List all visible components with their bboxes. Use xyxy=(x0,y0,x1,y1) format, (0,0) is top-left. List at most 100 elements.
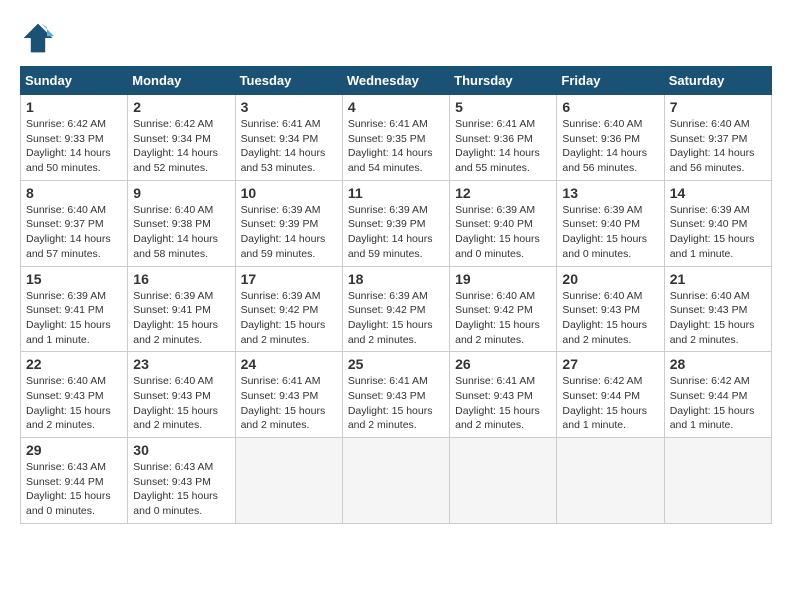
day-number: 17 xyxy=(241,271,337,287)
day-info: Sunrise: 6:39 AM Sunset: 9:41 PM Dayligh… xyxy=(133,289,229,348)
calendar-cell: 4 Sunrise: 6:41 AM Sunset: 9:35 PM Daylig… xyxy=(342,95,449,181)
day-number: 4 xyxy=(348,99,444,115)
day-number: 30 xyxy=(133,442,229,458)
day-info: Sunrise: 6:39 AM Sunset: 9:39 PM Dayligh… xyxy=(348,203,444,262)
calendar-cell: 19Sunrise: 6:40 AM Sunset: 9:42 PM Dayli… xyxy=(450,266,557,352)
day-header-thursday: Thursday xyxy=(450,67,557,95)
calendar-cell: 20 Sunrise: 6:40 AM Sunset: 9:43 PM Dayli… xyxy=(557,266,664,352)
calendar-week-row: 1 Sunrise: 6:42 AM Sunset: 9:33 PM Daylig… xyxy=(21,95,772,181)
calendar-cell: 27Sunrise: 6:42 AM Sunset: 9:44 PM Dayli… xyxy=(557,352,664,438)
day-info: Sunrise: 6:42 AM Sunset: 9:44 PM Dayligh… xyxy=(670,374,766,433)
day-info: Sunrise: 6:39 AM Sunset: 9:42 PM Dayligh… xyxy=(348,289,444,348)
day-header-sunday: Sunday xyxy=(21,67,128,95)
calendar-cell: 6 Sunrise: 6:40 AM Sunset: 9:36 PM Daylig… xyxy=(557,95,664,181)
day-info: Sunrise: 6:40 AM Sunset: 9:42 PM Dayligh… xyxy=(455,289,551,348)
calendar-cell: 29 Sunrise: 6:43 AM Sunset: 9:44 PM Dayli… xyxy=(21,438,128,524)
day-number: 13 xyxy=(562,185,658,201)
calendar-cell: 14 Sunrise: 6:39 AM Sunset: 9:40 PM Dayli… xyxy=(664,180,771,266)
calendar-cell xyxy=(557,438,664,524)
day-info: Sunrise: 6:39 AM Sunset: 9:42 PM Dayligh… xyxy=(241,289,337,348)
day-number: 9 xyxy=(133,185,229,201)
day-info: Sunrise: 6:40 AM Sunset: 9:38 PM Dayligh… xyxy=(133,203,229,262)
day-number: 10 xyxy=(241,185,337,201)
day-info: Sunrise: 6:43 AM Sunset: 9:44 PM Dayligh… xyxy=(26,460,122,519)
day-info: Sunrise: 6:40 AM Sunset: 9:37 PM Dayligh… xyxy=(26,203,122,262)
calendar-cell: 28 Sunrise: 6:42 AM Sunset: 9:44 PM Dayli… xyxy=(664,352,771,438)
day-number: 25 xyxy=(348,356,444,372)
day-info: Sunrise: 6:40 AM Sunset: 9:43 PM Dayligh… xyxy=(670,289,766,348)
day-info: Sunrise: 6:40 AM Sunset: 9:43 PM Dayligh… xyxy=(133,374,229,433)
calendar-cell: 23 Sunrise: 6:40 AM Sunset: 9:43 PM Dayli… xyxy=(128,352,235,438)
day-info: Sunrise: 6:39 AM Sunset: 9:40 PM Dayligh… xyxy=(670,203,766,262)
calendar-cell: 21 Sunrise: 6:40 AM Sunset: 9:43 PM Dayli… xyxy=(664,266,771,352)
day-number: 11 xyxy=(348,185,444,201)
day-number: 29 xyxy=(26,442,122,458)
calendar-cell xyxy=(235,438,342,524)
calendar-cell: 25 Sunrise: 6:41 AM Sunset: 9:43 PM Dayli… xyxy=(342,352,449,438)
calendar-cell: 7 Sunrise: 6:40 AM Sunset: 9:37 PM Daylig… xyxy=(664,95,771,181)
day-info: Sunrise: 6:40 AM Sunset: 9:43 PM Dayligh… xyxy=(26,374,122,433)
calendar-cell: 9 Sunrise: 6:40 AM Sunset: 9:38 PM Daylig… xyxy=(128,180,235,266)
day-info: Sunrise: 6:41 AM Sunset: 9:35 PM Dayligh… xyxy=(348,117,444,176)
day-info: Sunrise: 6:40 AM Sunset: 9:36 PM Dayligh… xyxy=(562,117,658,176)
calendar-cell xyxy=(342,438,449,524)
day-info: Sunrise: 6:40 AM Sunset: 9:37 PM Dayligh… xyxy=(670,117,766,176)
day-number: 15 xyxy=(26,271,122,287)
calendar-cell: 10 Sunrise: 6:39 AM Sunset: 9:39 PM Dayli… xyxy=(235,180,342,266)
day-number: 16 xyxy=(133,271,229,287)
day-number: 3 xyxy=(241,99,337,115)
logo-icon xyxy=(20,20,56,56)
day-info: Sunrise: 6:41 AM Sunset: 9:43 PM Dayligh… xyxy=(348,374,444,433)
day-info: Sunrise: 6:43 AM Sunset: 9:43 PM Dayligh… xyxy=(133,460,229,519)
day-number: 12 xyxy=(455,185,551,201)
day-info: Sunrise: 6:39 AM Sunset: 9:40 PM Dayligh… xyxy=(562,203,658,262)
day-number: 6 xyxy=(562,99,658,115)
calendar-header-row: SundayMondayTuesdayWednesdayThursdayFrid… xyxy=(21,67,772,95)
day-info: Sunrise: 6:41 AM Sunset: 9:36 PM Dayligh… xyxy=(455,117,551,176)
day-number: 28 xyxy=(670,356,766,372)
day-info: Sunrise: 6:39 AM Sunset: 9:39 PM Dayligh… xyxy=(241,203,337,262)
calendar-cell: 2 Sunrise: 6:42 AM Sunset: 9:34 PM Daylig… xyxy=(128,95,235,181)
day-number: 18 xyxy=(348,271,444,287)
day-number: 26 xyxy=(455,356,551,372)
calendar-week-row: 22 Sunrise: 6:40 AM Sunset: 9:43 PM Dayli… xyxy=(21,352,772,438)
day-info: Sunrise: 6:42 AM Sunset: 9:33 PM Dayligh… xyxy=(26,117,122,176)
day-info: Sunrise: 6:40 AM Sunset: 9:43 PM Dayligh… xyxy=(562,289,658,348)
calendar-cell: 12 Sunrise: 6:39 AM Sunset: 9:40 PM Dayli… xyxy=(450,180,557,266)
calendar-cell: 17 Sunrise: 6:39 AM Sunset: 9:42 PM Dayli… xyxy=(235,266,342,352)
calendar-cell: 16 Sunrise: 6:39 AM Sunset: 9:41 PM Dayli… xyxy=(128,266,235,352)
day-number: 14 xyxy=(670,185,766,201)
calendar-cell: 30 Sunrise: 6:43 AM Sunset: 9:43 PM Dayli… xyxy=(128,438,235,524)
day-info: Sunrise: 6:42 AM Sunset: 9:44 PM Dayligh… xyxy=(562,374,658,433)
day-number: 5 xyxy=(455,99,551,115)
day-header-wednesday: Wednesday xyxy=(342,67,449,95)
day-number: 7 xyxy=(670,99,766,115)
calendar-cell: 22 Sunrise: 6:40 AM Sunset: 9:43 PM Dayli… xyxy=(21,352,128,438)
calendar-week-row: 15 Sunrise: 6:39 AM Sunset: 9:41 PM Dayli… xyxy=(21,266,772,352)
day-number: 21 xyxy=(670,271,766,287)
calendar-week-row: 29 Sunrise: 6:43 AM Sunset: 9:44 PM Dayli… xyxy=(21,438,772,524)
day-number: 1 xyxy=(26,99,122,115)
calendar-cell: 26Sunrise: 6:41 AM Sunset: 9:43 PM Dayli… xyxy=(450,352,557,438)
logo xyxy=(20,20,62,56)
day-number: 20 xyxy=(562,271,658,287)
calendar-cell: 5 Sunrise: 6:41 AM Sunset: 9:36 PM Daylig… xyxy=(450,95,557,181)
day-info: Sunrise: 6:39 AM Sunset: 9:41 PM Dayligh… xyxy=(26,289,122,348)
day-number: 24 xyxy=(241,356,337,372)
day-number: 8 xyxy=(26,185,122,201)
calendar-cell: 13 Sunrise: 6:39 AM Sunset: 9:40 PM Dayli… xyxy=(557,180,664,266)
day-info: Sunrise: 6:39 AM Sunset: 9:40 PM Dayligh… xyxy=(455,203,551,262)
day-info: Sunrise: 6:41 AM Sunset: 9:34 PM Dayligh… xyxy=(241,117,337,176)
calendar-cell: 15 Sunrise: 6:39 AM Sunset: 9:41 PM Dayli… xyxy=(21,266,128,352)
calendar-cell: 8 Sunrise: 6:40 AM Sunset: 9:37 PM Daylig… xyxy=(21,180,128,266)
day-header-friday: Friday xyxy=(557,67,664,95)
day-header-saturday: Saturday xyxy=(664,67,771,95)
day-number: 2 xyxy=(133,99,229,115)
day-number: 22 xyxy=(26,356,122,372)
day-number: 23 xyxy=(133,356,229,372)
calendar-cell: 1 Sunrise: 6:42 AM Sunset: 9:33 PM Daylig… xyxy=(21,95,128,181)
day-info: Sunrise: 6:42 AM Sunset: 9:34 PM Dayligh… xyxy=(133,117,229,176)
day-header-tuesday: Tuesday xyxy=(235,67,342,95)
page-header xyxy=(20,20,772,56)
calendar-week-row: 8 Sunrise: 6:40 AM Sunset: 9:37 PM Daylig… xyxy=(21,180,772,266)
